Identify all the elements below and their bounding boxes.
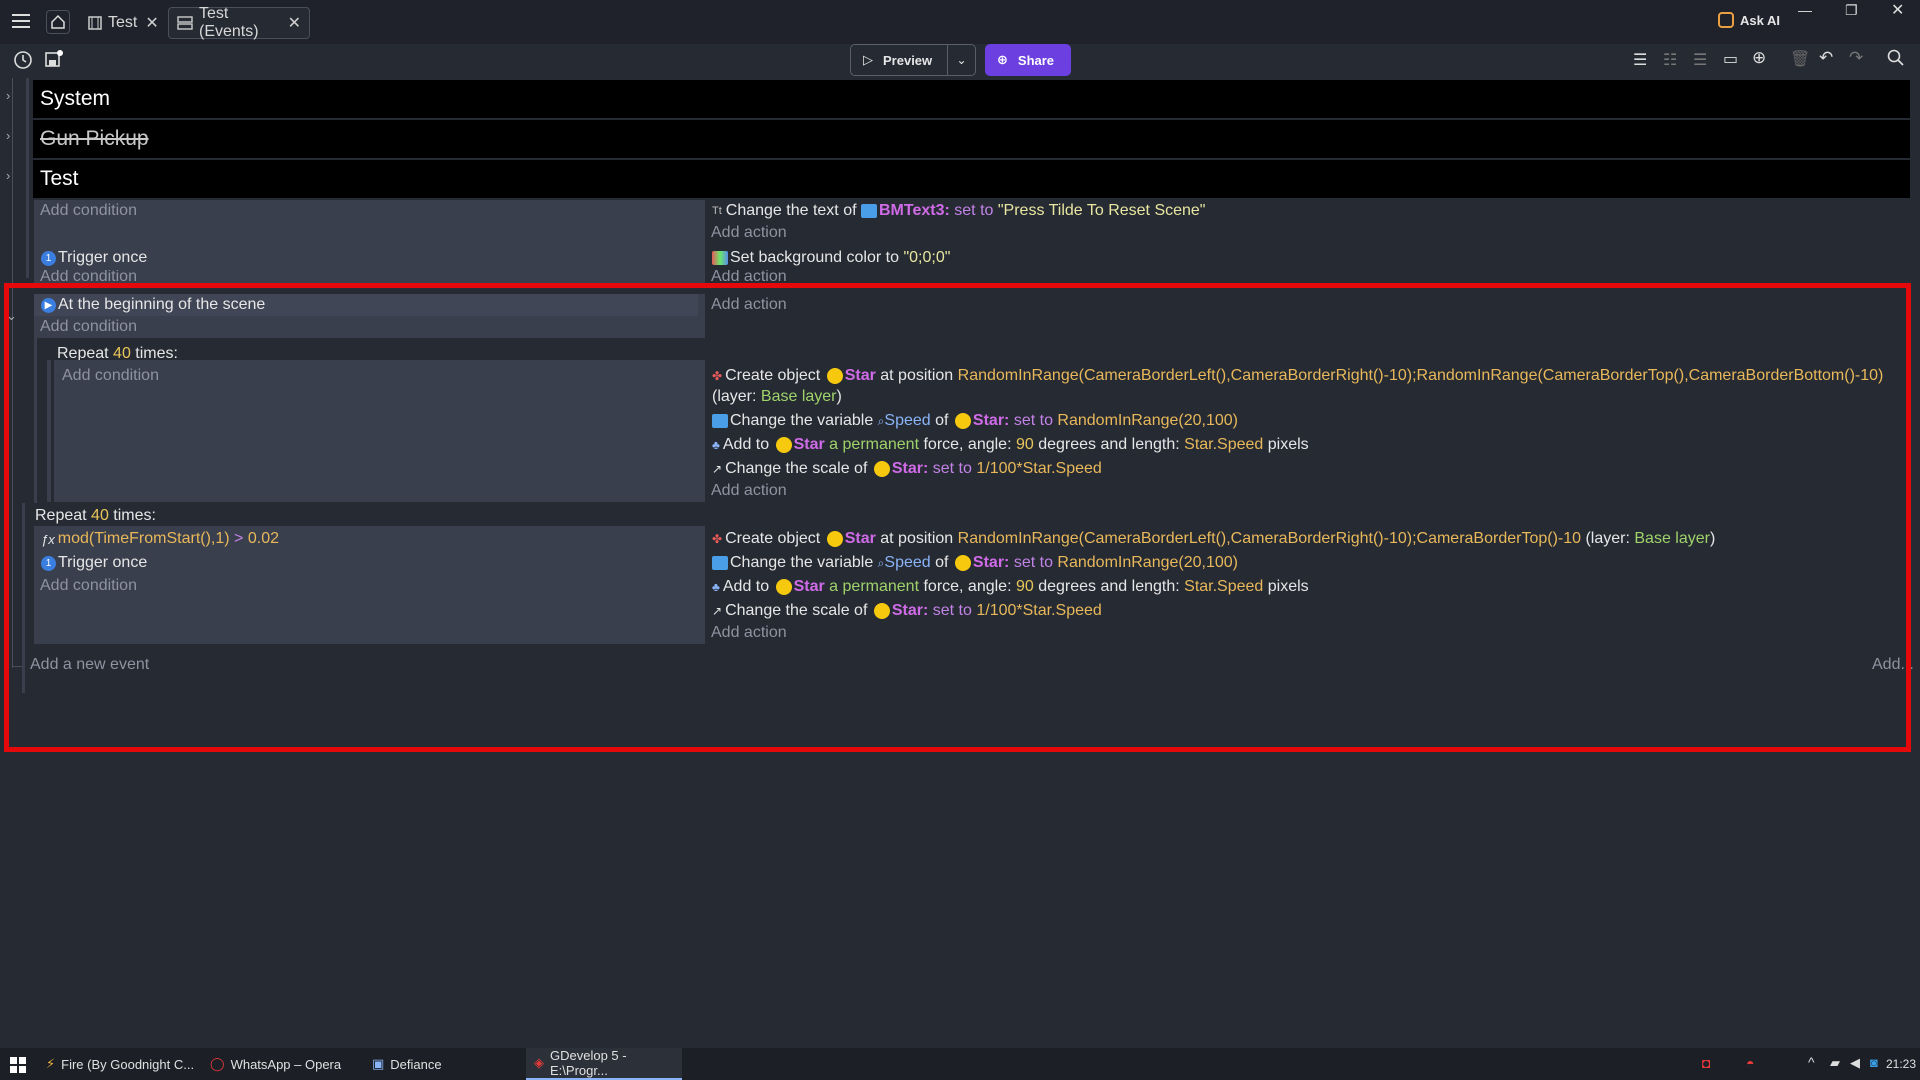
events-icon [177, 16, 193, 30]
restore-icon[interactable]: ❐ [1845, 2, 1858, 19]
app-tray-icon[interactable]: ◙ [1870, 1055, 1878, 1070]
chevron-right-icon[interactable]: › [6, 128, 10, 143]
add-condition-link[interactable]: Add condition [40, 270, 137, 284]
text-icon: Tt [712, 205, 722, 217]
add-action-link[interactable]: Add action [711, 224, 787, 242]
toolbar: ▷ Preview ⌄ ⊕ Share ☰ ☷ ☰ ▭ ⊕ 🗑 ↶ ↷ [0, 44, 1920, 78]
globe-icon: ⊕ [997, 52, 1008, 67]
add-action-link[interactable]: Add action [711, 270, 787, 284]
tray-opera-icon[interactable]: ◓ [1746, 1055, 1754, 1071]
chevron-down-icon: ⌄ [956, 53, 967, 67]
play-icon: ▷ [863, 52, 873, 67]
taskbar-item[interactable]: ⚡ Fire (By Goodnight C... [38, 1048, 198, 1080]
close-window-icon[interactable]: ✕ [1891, 0, 1904, 20]
network-icon[interactable]: ▰ [1830, 1055, 1840, 1071]
search-icon[interactable] [1887, 49, 1905, 72]
group-gun-pickup[interactable]: Gun Pickup [33, 120, 1910, 158]
tab-test-events[interactable]: Test (Events) ✕ [168, 5, 310, 40]
trash-icon[interactable]: 🗑 [1790, 49, 1810, 69]
ask-ai-button[interactable]: Ask AI [1718, 9, 1780, 31]
comment-icon[interactable]: ▭ [1723, 49, 1738, 69]
group-test[interactable]: Test [33, 160, 1910, 198]
taskbar-item[interactable]: ◯ WhatsApp – Opera [202, 1048, 362, 1080]
history-icon[interactable] [12, 49, 34, 71]
tab-label: Test [108, 14, 138, 31]
chevron-up-icon[interactable]: ^ [1808, 1054, 1815, 1070]
app-icon: ▣ [372, 1056, 385, 1071]
share-button[interactable]: ⊕ Share [985, 44, 1071, 76]
tray-app-icon[interactable]: ◘ [1702, 1055, 1710, 1071]
film-icon [88, 16, 102, 30]
chevron-right-icon[interactable]: › [6, 168, 10, 183]
undo-icon[interactable]: ↶ [1819, 48, 1833, 68]
close-icon[interactable]: ✕ [145, 13, 158, 33]
tab-test[interactable]: Test ✕ [80, 7, 166, 39]
robot-icon [1718, 12, 1734, 28]
save-icon[interactable] [42, 48, 64, 70]
add-subevent-icon[interactable]: ☷ [1663, 50, 1677, 70]
action-row[interactable]: Set background color to "0;0;0" [712, 249, 950, 267]
trigger-once-icon: 1 [41, 250, 56, 266]
clock[interactable]: 21:23 [1886, 1057, 1916, 1071]
add-condition-link[interactable]: Add condition [40, 202, 137, 220]
highlight-box [4, 283, 1911, 752]
gdevelop-icon: ◈ [534, 1055, 544, 1070]
condition-row[interactable]: 1 Trigger once [41, 249, 147, 267]
preview-button[interactable]: ▷ Preview [850, 44, 948, 76]
redo-icon[interactable]: ↷ [1849, 48, 1863, 68]
tab-label: Test (Events) [199, 5, 259, 40]
bmtext-icon [861, 204, 877, 218]
close-icon[interactable]: ✕ [288, 13, 301, 33]
color-icon [712, 251, 728, 265]
taskbar-item[interactable]: ▣ Defiance [364, 1048, 524, 1080]
add-circle-icon[interactable]: ⊕ [1752, 48, 1766, 68]
chevron-right-icon[interactable]: › [6, 88, 10, 103]
group-system[interactable]: System [33, 80, 1910, 118]
title-bar: Test ✕ Test (Events) ✕ Ask AI — ❐ ✕ [0, 0, 1920, 44]
opera-icon: ◯ [210, 1056, 225, 1071]
menu-icon[interactable] [10, 11, 34, 31]
action-row[interactable]: Tt Change the text of BMText3: set to "P… [712, 202, 1205, 220]
add-event-icon[interactable]: ☰ [1633, 50, 1647, 70]
speaker-icon[interactable]: ◀ [1850, 1055, 1860, 1071]
taskbar-item[interactable]: ◈ GDevelop 5 - E:\Progr... [526, 1048, 682, 1080]
minimize-icon[interactable]: — [1798, 2, 1812, 18]
home-icon[interactable] [46, 10, 70, 34]
windows-start-icon[interactable] [10, 1057, 26, 1078]
preview-options-button[interactable]: ⌄ [948, 44, 976, 76]
add-comment-icon[interactable]: ☰ [1693, 50, 1707, 70]
app-icon: ⚡ [46, 1056, 56, 1071]
